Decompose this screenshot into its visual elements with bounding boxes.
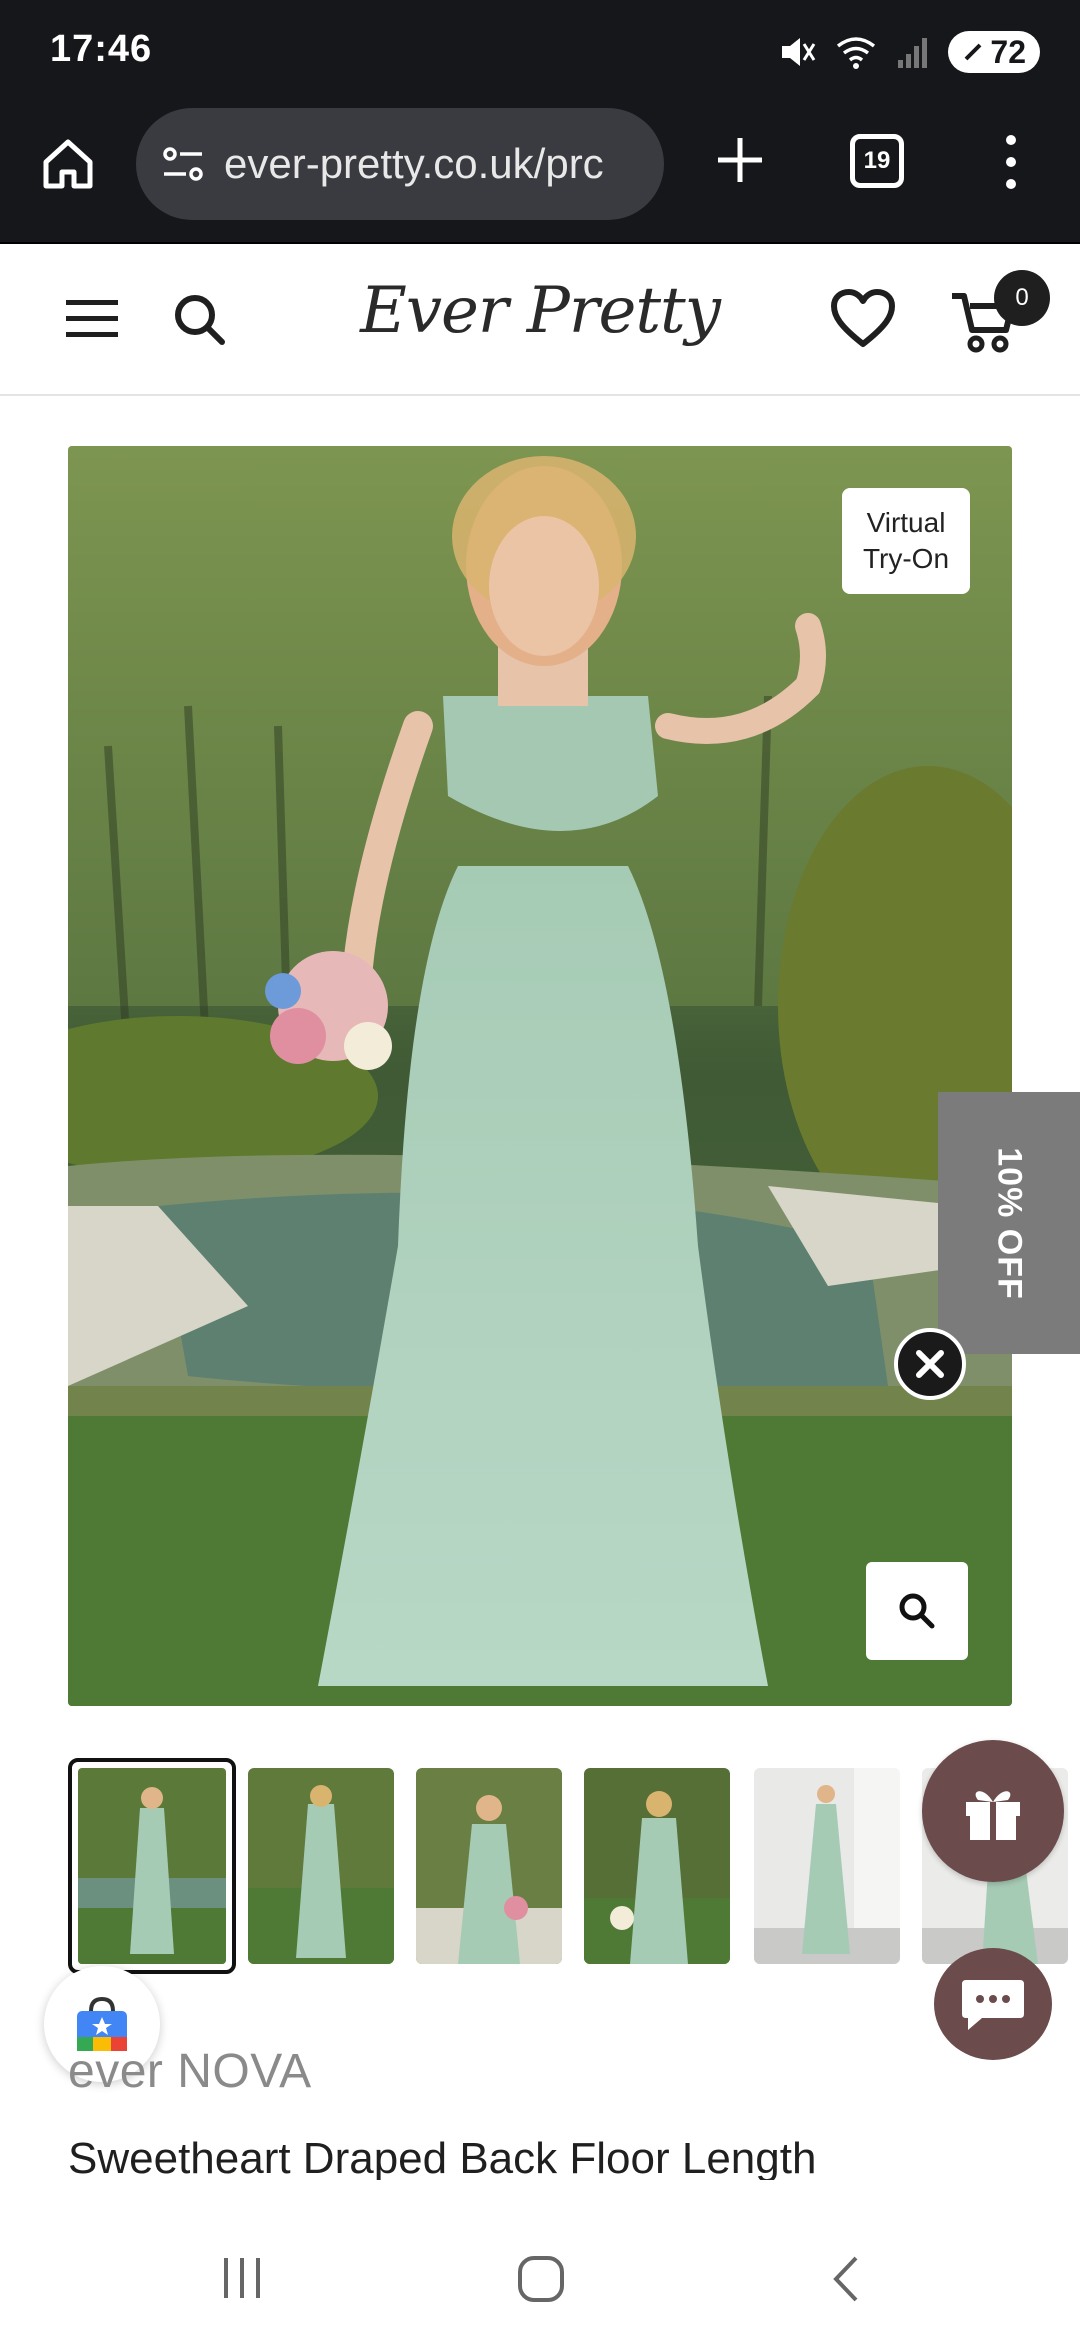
status-icons: 72: [776, 28, 1040, 76]
virtual-try-on-line2: Try-On: [862, 543, 950, 574]
site-logo[interactable]: Ever Pretty: [360, 274, 721, 348]
tab-switcher-button[interactable]: 19: [850, 134, 904, 188]
address-bar[interactable]: ever-pretty.co.uk/prc: [136, 108, 664, 220]
recent-apps-icon[interactable]: [218, 2254, 266, 2302]
thumbnail-3[interactable]: [416, 1768, 562, 1964]
product-brand[interactable]: ever NOVA: [68, 2044, 312, 2099]
thumbnail-2[interactable]: [248, 1768, 394, 1964]
signal-icon: [898, 38, 928, 68]
battery-saver-icon: [964, 43, 982, 61]
cart-count-badge: 0: [994, 270, 1050, 326]
battery-level: 72: [990, 33, 1026, 70]
more-vert-icon: [1006, 135, 1016, 189]
mute-icon: [782, 38, 816, 66]
status-bar: 17:46 72: [0, 0, 1080, 100]
gift-button[interactable]: [922, 1740, 1064, 1882]
site-settings-icon[interactable]: [160, 144, 206, 184]
search-icon[interactable]: [170, 290, 230, 350]
product-photo: [68, 446, 1012, 1706]
thumbnail-4[interactable]: [584, 1768, 730, 1964]
chat-bubble-icon: [962, 1980, 1024, 2030]
wishlist-heart-icon[interactable]: [830, 288, 896, 350]
zoom-search-icon: [899, 1593, 935, 1629]
home-nav-icon[interactable]: [516, 2254, 566, 2304]
discount-tab-label: 10% OFF: [990, 1146, 1029, 1300]
site-header: Ever Pretty 0: [0, 246, 1080, 396]
new-tab-button[interactable]: [710, 130, 770, 190]
battery-indicator: 72: [948, 31, 1040, 73]
hamburger-menu-icon[interactable]: [64, 294, 120, 344]
close-discount-button[interactable]: [894, 1328, 966, 1400]
home-icon: [43, 139, 93, 189]
discount-tab[interactable]: 10% OFF: [938, 1092, 1080, 1354]
wifi-icon: [837, 37, 876, 69]
virtual-try-on-button[interactable]: Virtual Try-On: [842, 488, 970, 594]
close-icon: [916, 1350, 944, 1378]
system-nav-bar: [0, 2204, 1080, 2340]
home-button[interactable]: [38, 134, 98, 194]
url-text: ever-pretty.co.uk/prc: [224, 140, 604, 187]
title-overflow-mask: [68, 2180, 968, 2202]
thumbnail-1[interactable]: [68, 1758, 236, 1974]
zoom-image-button[interactable]: [866, 1562, 968, 1660]
gift-icon: [966, 1791, 1020, 1840]
browser-toolbar: ever-pretty.co.uk/prc 19: [0, 100, 1080, 244]
virtual-try-on-line1: Virtual: [866, 506, 946, 538]
plus-icon: [718, 138, 762, 182]
thumbnail-5[interactable]: [754, 1768, 900, 1964]
status-time: 17:46: [50, 28, 153, 70]
chat-button[interactable]: [934, 1948, 1052, 2060]
back-nav-icon[interactable]: [826, 2254, 866, 2304]
product-main-image[interactable]: [68, 446, 1012, 1706]
browser-menu-button[interactable]: [996, 130, 1026, 194]
